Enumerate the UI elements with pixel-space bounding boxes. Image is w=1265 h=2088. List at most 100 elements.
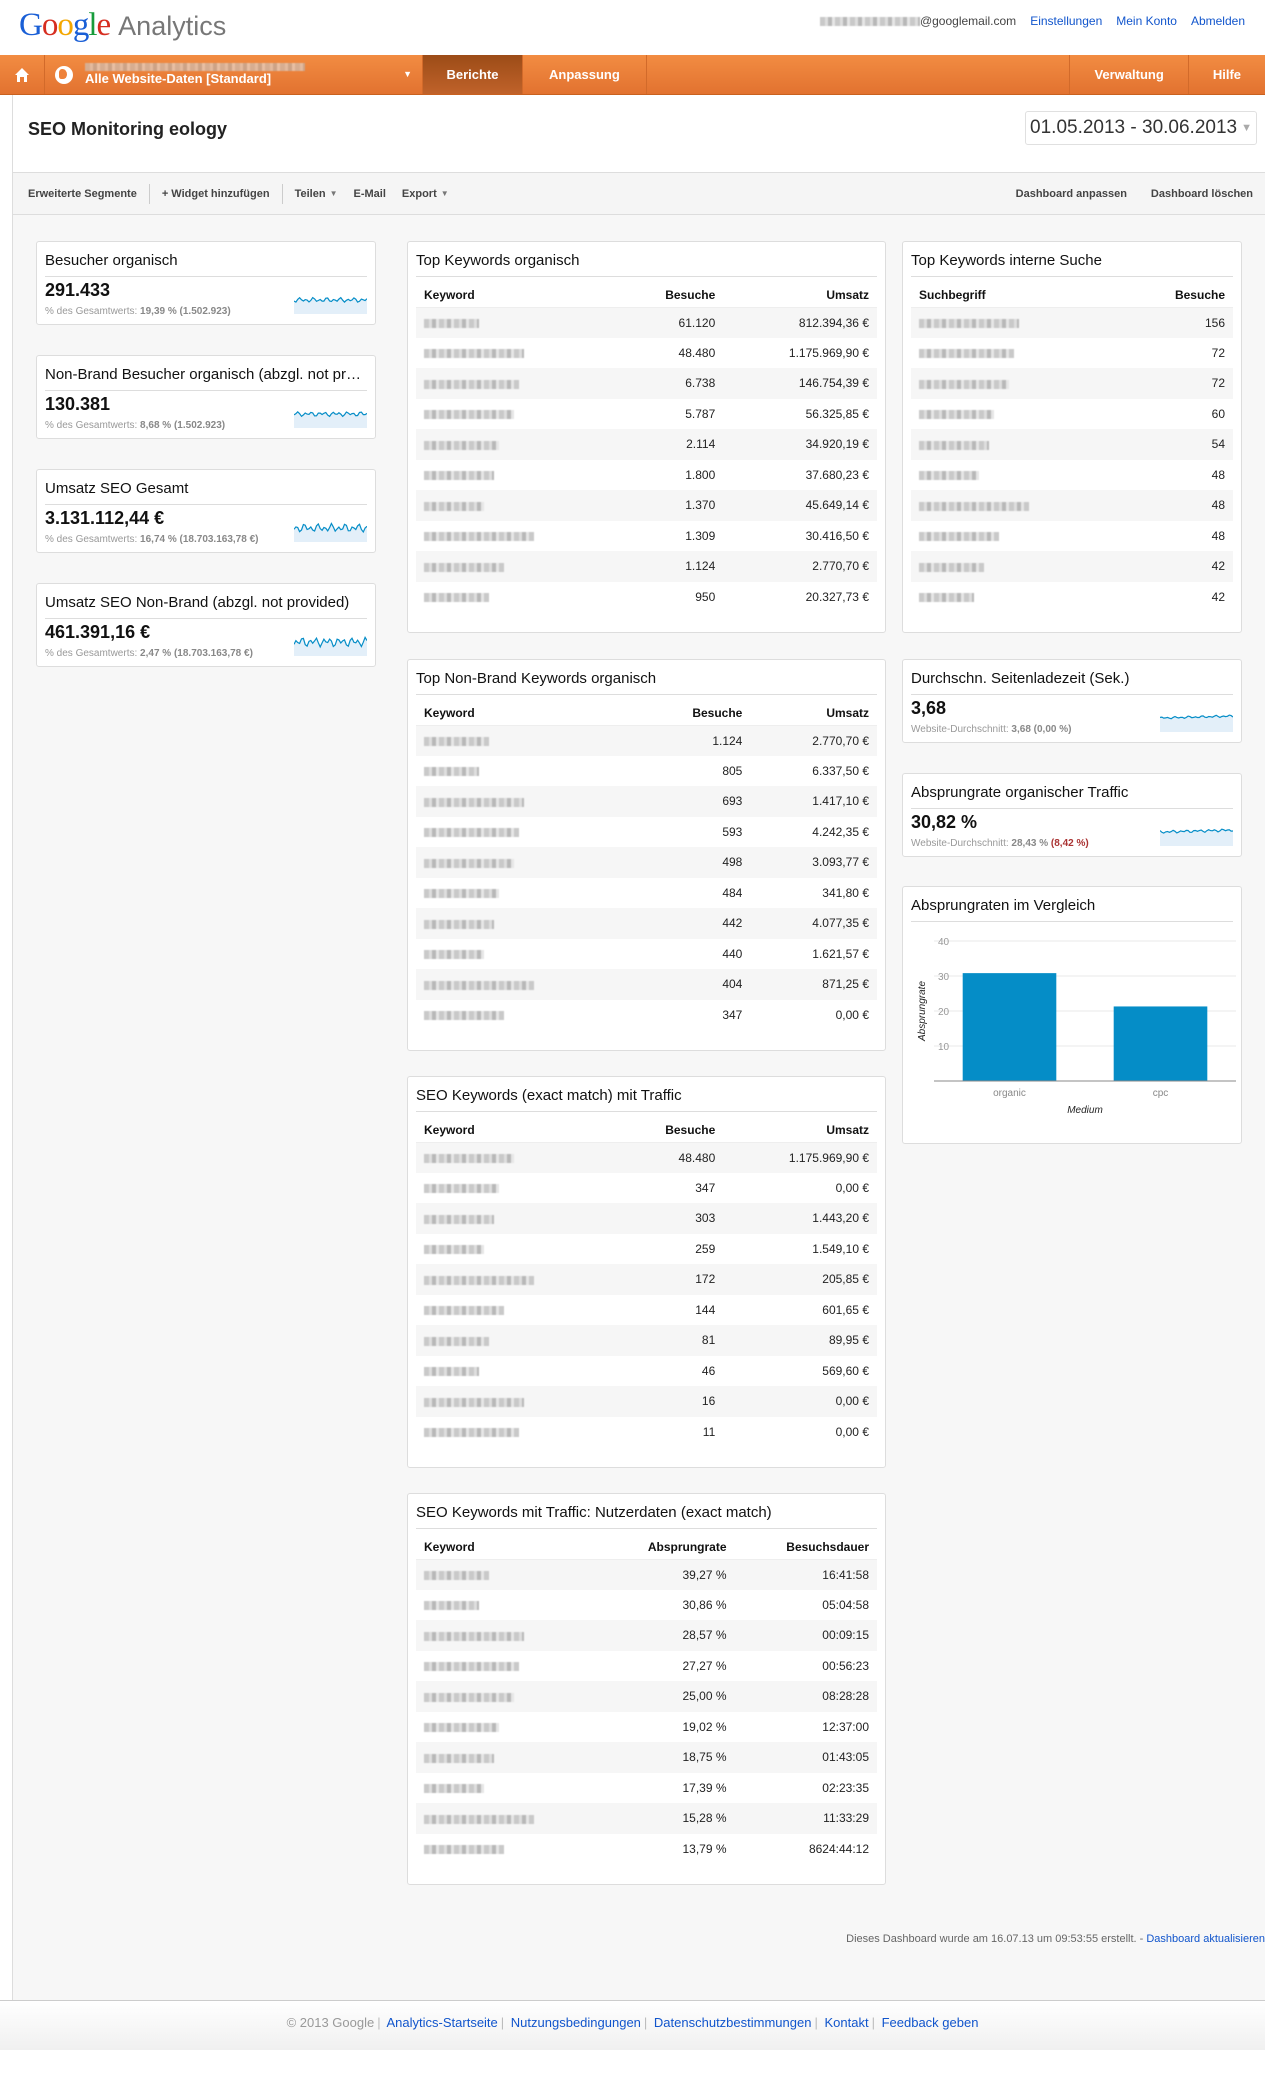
sign-out-link[interactable]: Abmelden <box>1191 14 1245 28</box>
table-row[interactable]: 347 0,00 € <box>416 1173 877 1204</box>
column-header[interactable]: Umsatz <box>723 1112 877 1142</box>
column-header[interactable]: Besuche <box>618 1112 724 1142</box>
date-range-picker[interactable]: 01.05.2013 - 30.06.2013 ▼ <box>1025 111 1257 145</box>
table-row[interactable]: 484 341,80 € <box>416 878 877 909</box>
table-row[interactable]: 61.120 812.394,36 € <box>416 307 877 338</box>
table-row[interactable]: 1.800 37.680,23 € <box>416 460 877 491</box>
keyword-cell-redacted <box>416 582 618 613</box>
customize-dashboard-button[interactable]: Dashboard anpassen <box>1004 188 1139 200</box>
table-row[interactable]: 25,00 % 08:28:28 <box>416 1681 877 1712</box>
footer-link-feedback[interactable]: Feedback geben <box>882 2015 979 2030</box>
table-row[interactable]: 42 <box>911 582 1233 613</box>
home-button[interactable] <box>0 55 45 94</box>
column-header[interactable]: Absprungrate <box>598 1529 735 1559</box>
data-table: Keyword Besuche Umsatz 1.124 2.770,70 € 805 6.… <box>416 695 877 1030</box>
table-row[interactable]: 17,39 % 02:23:35 <box>416 1773 877 1804</box>
nav-help[interactable]: Hilfe <box>1189 55 1265 94</box>
table-row[interactable]: 440 1.621,57 € <box>416 939 877 970</box>
table-row[interactable]: 15,28 % 11:33:29 <box>416 1803 877 1834</box>
advanced-segments-button[interactable]: Erweiterte Segmente <box>16 188 149 200</box>
table-row[interactable]: 28,57 % 00:09:15 <box>416 1620 877 1651</box>
table-row[interactable]: 72 <box>911 368 1233 399</box>
column-header[interactable]: Suchbegriff <box>911 277 1122 307</box>
table-row[interactable]: 54 <box>911 429 1233 460</box>
table-row[interactable]: 46 569,60 € <box>416 1356 877 1387</box>
table-row[interactable]: 593 4.242,35 € <box>416 817 877 848</box>
column-header[interactable]: Besuche <box>1122 277 1233 307</box>
email-button[interactable]: E-Mail <box>349 188 389 200</box>
table-row[interactable]: 693 1.417,10 € <box>416 786 877 817</box>
user-email: @googlemail.com <box>819 14 1016 28</box>
column-header[interactable]: Besuche <box>635 695 750 725</box>
column-header[interactable]: Besuchsdauer <box>735 1529 877 1559</box>
table-row[interactable]: 5.787 56.325,85 € <box>416 399 877 430</box>
refresh-dashboard-link[interactable]: Dashboard aktualisieren <box>1146 1933 1265 1945</box>
column-header[interactable]: Keyword <box>416 1112 618 1142</box>
share-button[interactable]: Teilen ▼ <box>283 188 350 200</box>
table-row[interactable]: 144 601,65 € <box>416 1295 877 1326</box>
nav-customization[interactable]: Anpassung <box>523 55 647 94</box>
data-table: Keyword Absprungrate Besuchsdauer 39,27 % 16… <box>416 1529 877 1864</box>
keyword-cell-redacted <box>416 1559 598 1590</box>
table-row[interactable]: 347 0,00 € <box>416 1000 877 1031</box>
footer-link-contact[interactable]: Kontakt <box>824 2015 868 2030</box>
keyword-cell-redacted <box>911 368 1123 399</box>
footer-link-analytics-home[interactable]: Analytics-Startseite <box>387 2015 498 2030</box>
table-row[interactable]: 1.124 2.770,70 € <box>416 725 877 756</box>
nav-admin[interactable]: Verwaltung <box>1070 55 1189 94</box>
table-row[interactable]: 39,27 % 16:41:58 <box>416 1559 877 1590</box>
google-analytics-logo[interactable]: Google Analytics <box>19 7 226 44</box>
table-row[interactable]: 48 <box>911 521 1233 552</box>
table-row[interactable]: 72 <box>911 338 1233 369</box>
profile-selector[interactable]: Alle Website-Daten [Standard] ▼ <box>45 55 423 94</box>
export-button[interactable]: Export ▼ <box>390 188 461 200</box>
table-row[interactable]: 60 <box>911 399 1233 430</box>
table-row[interactable]: 805 6.337,50 € <box>416 756 877 787</box>
column-header[interactable]: Besuche <box>618 277 724 307</box>
table-row[interactable]: 48 <box>911 490 1233 521</box>
footer-link-terms[interactable]: Nutzungsbedingungen <box>511 2015 641 2030</box>
column-header[interactable]: Keyword <box>416 695 635 725</box>
table-row[interactable]: 303 1.443,20 € <box>416 1203 877 1234</box>
settings-link[interactable]: Einstellungen <box>1030 14 1102 28</box>
delete-dashboard-button[interactable]: Dashboard löschen <box>1139 188 1265 200</box>
table-row[interactable]: 42 <box>911 551 1233 582</box>
column-header[interactable]: Umsatz <box>723 277 877 307</box>
table-row[interactable]: 27,27 % 00:56:23 <box>416 1651 877 1682</box>
metric-comparison: % des Gesamtwerts: 8,68 % (1.502.923) <box>45 420 226 431</box>
table-row[interactable]: 498 3.093,77 € <box>416 847 877 878</box>
my-account-link[interactable]: Mein Konto <box>1116 14 1177 28</box>
table-row[interactable]: 172 205,85 € <box>416 1264 877 1295</box>
column-header[interactable]: Keyword <box>416 277 618 307</box>
table-row[interactable]: 1.370 45.649,14 € <box>416 490 877 521</box>
table-row[interactable]: 48.480 1.175.969,90 € <box>416 338 877 369</box>
table-row[interactable]: 442 4.077,35 € <box>416 908 877 939</box>
column-header[interactable]: Umsatz <box>750 695 877 725</box>
table-row[interactable]: 6.738 146.754,39 € <box>416 368 877 399</box>
table-cell: 2.114 <box>617 429 724 460</box>
table-row[interactable]: 16 0,00 € <box>416 1386 877 1417</box>
table-row[interactable]: 48.480 1.175.969,90 € <box>416 1142 877 1173</box>
table-row[interactable]: 156 <box>911 307 1233 338</box>
table-row[interactable]: 30,86 % 05:04:58 <box>416 1590 877 1621</box>
keyword-cell-redacted <box>416 1203 618 1234</box>
table-row[interactable]: 18,75 % 01:43:05 <box>416 1742 877 1773</box>
table-row[interactable]: 950 20.327,73 € <box>416 582 877 613</box>
table-row[interactable]: 81 89,95 € <box>416 1325 877 1356</box>
footer-link-privacy[interactable]: Datenschutzbestimmungen <box>654 2015 812 2030</box>
table-row[interactable]: 2.114 34.920,19 € <box>416 429 877 460</box>
keyword-cell-redacted <box>416 847 636 878</box>
table-header-row: Keyword Besuche Umsatz <box>416 1112 877 1142</box>
nav-reports[interactable]: Berichte <box>423 55 523 94</box>
column-header[interactable]: Keyword <box>416 1529 598 1559</box>
table-row[interactable]: 11 0,00 € <box>416 1417 877 1448</box>
table-row[interactable]: 1.124 2.770,70 € <box>416 551 877 582</box>
table-row[interactable]: 48 <box>911 460 1233 491</box>
add-widget-button[interactable]: + Widget hinzufügen <box>150 188 282 200</box>
keyword-cell-redacted <box>416 1295 618 1326</box>
table-row[interactable]: 19,02 % 12:37:00 <box>416 1712 877 1743</box>
table-row[interactable]: 1.309 30.416,50 € <box>416 521 877 552</box>
table-row[interactable]: 404 871,25 € <box>416 969 877 1000</box>
table-row[interactable]: 13,79 % 8624:44:12 <box>416 1834 877 1865</box>
table-row[interactable]: 259 1.549,10 € <box>416 1234 877 1265</box>
